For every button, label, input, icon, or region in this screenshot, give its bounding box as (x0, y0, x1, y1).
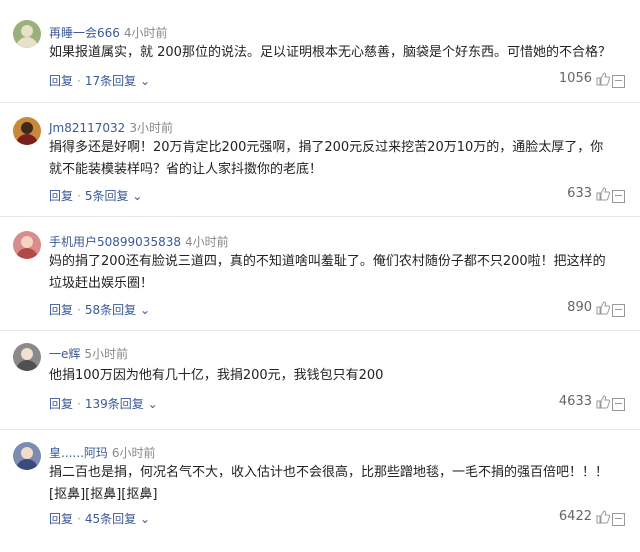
username-link[interactable]: 一e辉 (49, 347, 80, 361)
comment-item: 皇......阿玛 6小时前 捐二百也是捐，何况名气不大，收入估计也不会很高，比那… (0, 430, 640, 552)
comment-item: 一e辉 5小时前 他捐100万因为他有几十亿，我捐200元，我钱包只有200 回复… (0, 331, 640, 430)
avatar-icon (16, 447, 38, 470)
reply-button[interactable]: 回复 (49, 303, 73, 317)
comment-item: 再睡一会666 4小时前 如果报道属实，就 200那位的说法。足以证明根本无心慈善… (0, 0, 640, 103)
view-replies-button[interactable]: 45条回复 (85, 512, 136, 526)
chevron-down-icon[interactable]: ⌄ (136, 74, 150, 88)
comment-text: 如果报道属实，就 200那位的说法。足以证明根本无心慈善，脑袋是个好东西。可惜她… (49, 45, 611, 60)
view-replies-button[interactable]: 5条回复 (85, 189, 129, 203)
comment-meta: 一e辉 5小时前 (49, 345, 128, 362)
reply-button[interactable]: 回复 (49, 189, 73, 203)
comment-actions: 回复 · 5条回复 ⌄ (49, 189, 143, 203)
thumbs-up-icon[interactable] (596, 300, 610, 315)
avatar-icon (16, 348, 38, 371)
chevron-down-icon[interactable]: ⌄ (128, 189, 142, 203)
timestamp: 3小时前 (129, 121, 173, 135)
report-icon[interactable] (612, 190, 625, 203)
comment-text: 捐得多还是好啊！20万肯定比200元强啊，捐了200元反过来挖苦20万10万的，… (49, 140, 604, 177)
comment-meta: Jm82117032 3小时前 (49, 119, 173, 136)
comment-list: 再睡一会666 4小时前 如果报道属实，就 200那位的说法。足以证明根本无心慈善… (0, 0, 640, 552)
report-icon[interactable] (612, 75, 625, 88)
comment-text: 捐二百也是捐，何况名气不大，收入估计也不会很高，比那些蹭地毯，一毛不捐的强百倍吧… (49, 465, 609, 502)
username-link[interactable]: 皇......阿玛 (49, 446, 108, 460)
comment-actions: 回复 · 58条回复 ⌄ (49, 303, 150, 317)
comment-meta: 手机用户50899035838 4小时前 (49, 233, 229, 250)
comment-item: Jm82117032 3小时前 捐得多还是好啊！20万肯定比200元强啊，捐了20… (0, 103, 640, 217)
view-replies-button[interactable]: 58条回复 (85, 303, 136, 317)
like-area[interactable]: 890 (567, 300, 610, 315)
timestamp: 5小时前 (84, 347, 129, 361)
like-area[interactable]: 1056 (559, 71, 610, 86)
chevron-down-icon[interactable]: ⌄ (136, 512, 150, 526)
comment-meta: 皇......阿玛 6小时前 (49, 444, 156, 461)
reply-button[interactable]: 回复 (49, 512, 73, 526)
thumbs-up-icon[interactable] (596, 394, 610, 409)
reply-button[interactable]: 回复 (49, 74, 73, 88)
comment-text: 他捐100万因为他有几十亿，我捐200元，我钱包只有200 (49, 368, 384, 383)
like-count: 6422 (558, 509, 592, 524)
avatar-icon (16, 122, 38, 145)
username-link[interactable]: Jm82117032 (49, 121, 125, 135)
avatar-icon (16, 25, 38, 48)
comment-actions: 回复 · 139条回复 ⌄ (49, 397, 158, 411)
like-area[interactable]: 633 (567, 186, 610, 201)
like-count: 633 (567, 186, 592, 201)
timestamp: 4小时前 (123, 26, 168, 40)
timestamp: 6小时前 (111, 446, 156, 460)
avatar-icon (16, 236, 38, 259)
comment-text: 妈的捐了200还有脸说三道四，真的不知道啥叫羞耻了。俺们农村随份子都不只200啦… (49, 254, 606, 291)
comment-actions: 回复 · 17条回复 ⌄ (49, 74, 150, 88)
avatar[interactable] (13, 231, 41, 259)
report-icon[interactable] (612, 513, 625, 526)
username-link[interactable]: 手机用户50899035838 (49, 235, 181, 249)
avatar[interactable] (13, 343, 41, 371)
avatar[interactable] (13, 117, 41, 145)
like-count: 4633 (558, 394, 592, 409)
report-icon[interactable] (612, 304, 625, 317)
avatar[interactable] (13, 442, 41, 470)
thumbs-up-icon[interactable] (596, 186, 610, 201)
view-replies-button[interactable]: 17条回复 (85, 74, 136, 88)
like-area[interactable]: 4633 (559, 394, 610, 409)
timestamp: 4小时前 (184, 235, 229, 249)
thumbs-up-icon[interactable] (596, 71, 610, 86)
thumbs-up-icon[interactable] (596, 509, 610, 524)
comment-item: 手机用户50899035838 4小时前 妈的捐了200还有脸说三道四，真的不知道… (0, 217, 640, 331)
view-replies-button[interactable]: 139条回复 (85, 397, 144, 411)
like-area[interactable]: 6422 (559, 509, 610, 524)
chevron-down-icon[interactable]: ⌄ (144, 397, 158, 411)
comment-actions: 回复 · 45条回复 ⌄ (49, 512, 150, 526)
like-count: 1056 (558, 71, 592, 86)
like-count: 890 (567, 300, 592, 315)
comment-meta: 再睡一会666 4小时前 (49, 24, 168, 41)
reply-button[interactable]: 回复 (49, 397, 73, 411)
username-link[interactable]: 再睡一会666 (49, 26, 120, 40)
chevron-down-icon[interactable]: ⌄ (136, 303, 150, 317)
report-icon[interactable] (612, 398, 625, 411)
avatar[interactable] (13, 20, 41, 48)
